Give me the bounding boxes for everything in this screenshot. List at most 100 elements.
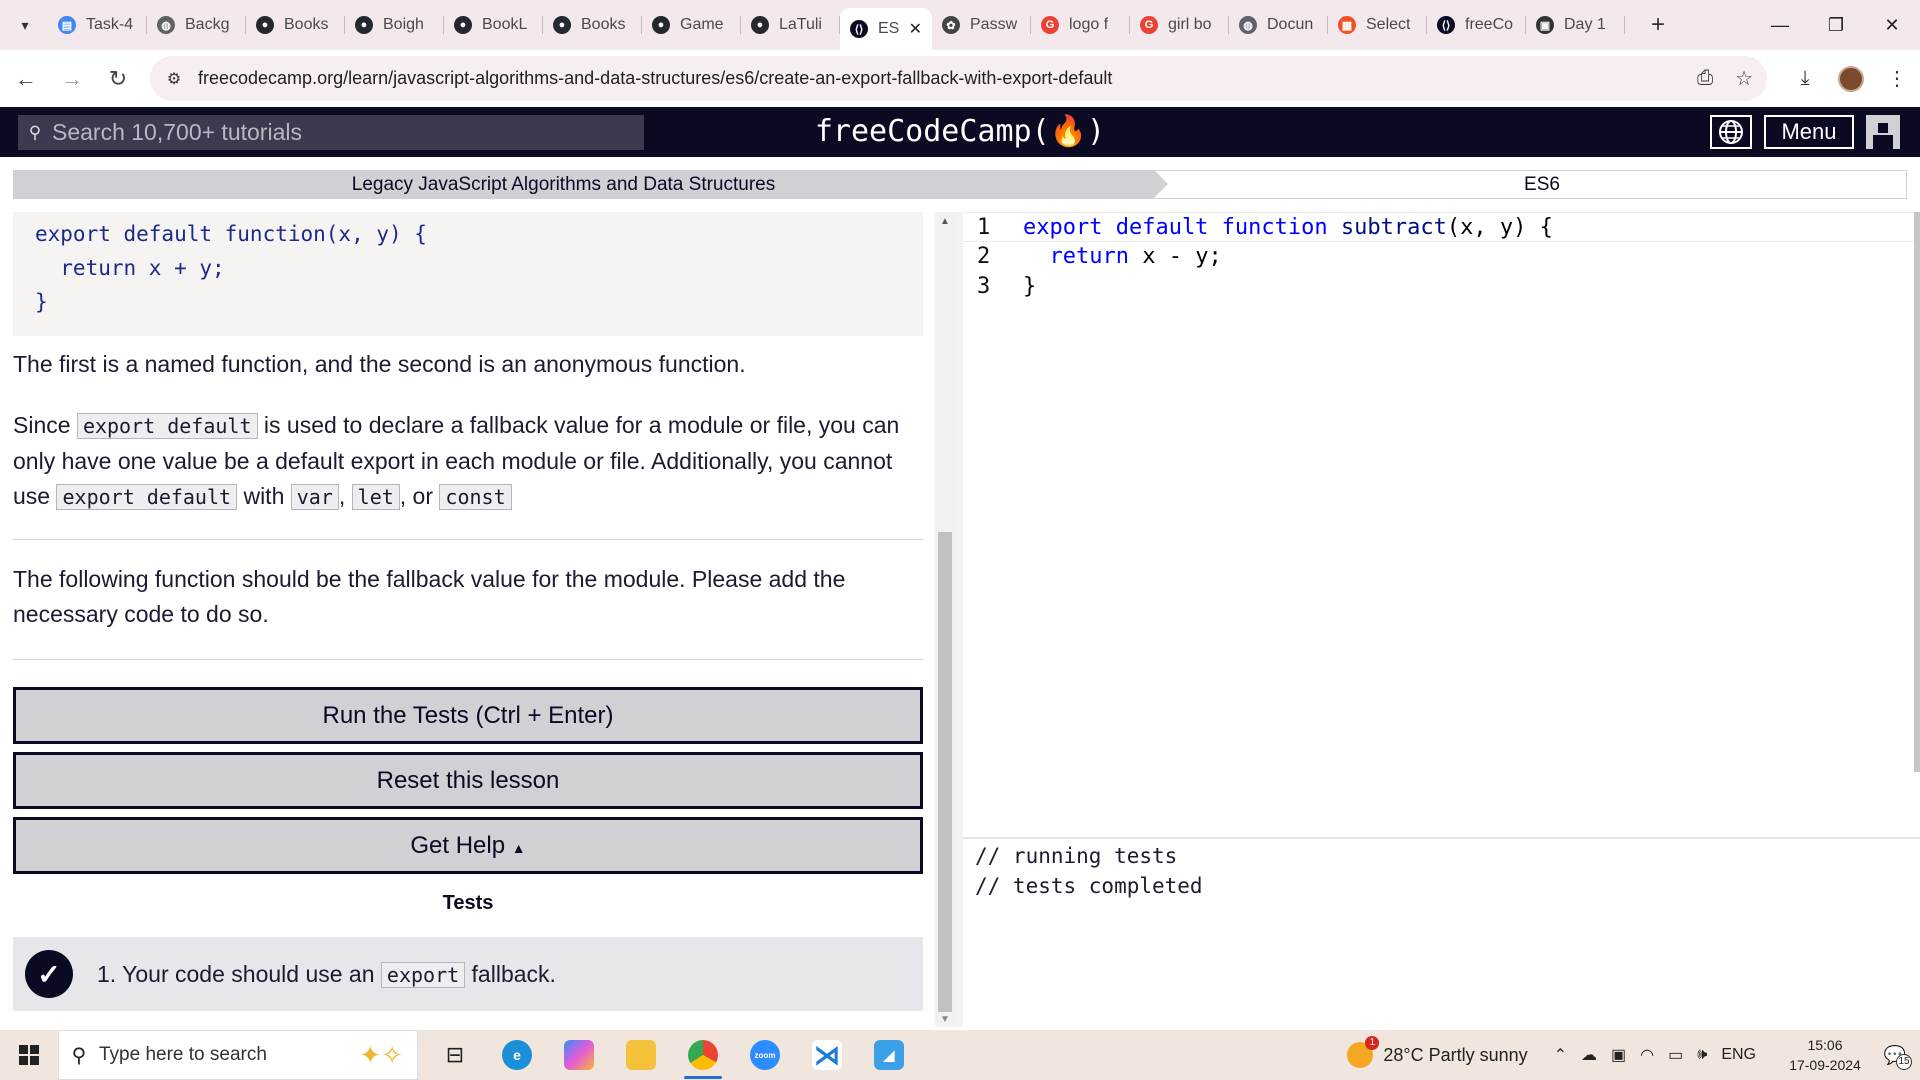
editor-line[interactable]: 2 return x - y; <box>963 242 1920 272</box>
instructions-scrollbar[interactable]: ▲ ▼ <box>935 212 955 1027</box>
browser-tab[interactable]: ● Game <box>642 6 741 44</box>
editor-line[interactable]: 3 } <box>963 272 1920 302</box>
reset-lesson-button[interactable]: Reset this lesson <box>13 752 923 809</box>
edge-app[interactable]: e <box>486 1030 548 1080</box>
close-tab-icon[interactable]: ✕ <box>909 19 922 39</box>
language-indicator[interactable]: ENG <box>1721 1046 1756 1064</box>
vscode-app[interactable]: ⋊ <box>796 1030 858 1080</box>
instruction-paragraph: The following function should be the fal… <box>13 566 846 627</box>
chrome-app[interactable] <box>672 1030 734 1080</box>
browser-tab[interactable]: ▣ Day 1 <box>1526 6 1625 44</box>
browser-tab[interactable]: Glogo f <box>1031 6 1130 44</box>
tab-label: Task-4 <box>86 16 134 33</box>
browser-tab[interactable]: ▦ Select <box>1328 6 1427 44</box>
meet-now-icon[interactable]: ▣ <box>1611 1045 1626 1065</box>
breadcrumb-superblock[interactable]: Legacy JavaScript Algorithms and Data St… <box>13 170 1168 199</box>
browser-tab[interactable]: ● BookL <box>444 6 543 44</box>
start-button[interactable] <box>0 1030 58 1080</box>
system-tray: 28°C Partly sunny ⌃ ☁ ▣ ◠ ▭ 🕪 ENG 15:06 … <box>1347 1030 1920 1080</box>
browser-tab[interactable]: ⟨⟩ freeCo <box>1427 6 1526 44</box>
browser-tab[interactable]: ● LaTuli <box>741 6 840 44</box>
file-explorer-app[interactable] <box>610 1030 672 1080</box>
tab-search-button[interactable]: ▾ <box>8 8 42 42</box>
weather-icon[interactable] <box>1347 1036 1380 1068</box>
taskbar-search[interactable]: ⚲ Type here to search ✦✧ <box>58 1030 418 1080</box>
divider <box>13 659 923 660</box>
pinned-apps: ⊟ e zoom ⋊ ◢ <box>424 1030 920 1080</box>
github-icon: ● <box>355 16 373 34</box>
globe-icon: ◍ <box>1239 16 1257 34</box>
get-help-button[interactable]: Get Help ▲ <box>13 817 923 874</box>
profile-avatar[interactable] <box>1838 65 1864 92</box>
photos-app[interactable]: ◢ <box>858 1030 920 1080</box>
browser-tab[interactable]: ◍ Backg <box>147 6 246 44</box>
taskbar-search-placeholder: Type here to search <box>99 1044 267 1065</box>
browser-tab[interactable]: ◍ Docun <box>1229 6 1328 44</box>
url-text[interactable]: freecodecamp.org/learn/javascript-algori… <box>198 68 1112 89</box>
bookmark-star-icon[interactable]: ☆ <box>1735 66 1753 91</box>
site-info-icon[interactable]: ⚙ <box>154 69 194 89</box>
reload-button[interactable]: ↻ <box>98 59 138 99</box>
zoom-app[interactable]: zoom <box>734 1030 796 1080</box>
windows-logo-icon <box>19 1045 39 1065</box>
copilot-app[interactable] <box>548 1030 610 1080</box>
github-icon: ● <box>652 16 670 34</box>
language-button[interactable] <box>1710 115 1752 149</box>
github-icon: ● <box>553 16 571 34</box>
onedrive-icon[interactable]: ☁ <box>1581 1045 1597 1065</box>
fcc-logo-text: freeCodeCamp( <box>814 114 1050 149</box>
new-tab-button[interactable]: + <box>1643 11 1673 39</box>
browser-tab[interactable]: ● Boigh <box>345 6 444 44</box>
punctuation-token: x - y; <box>1128 244 1222 269</box>
browser-tab[interactable]: ⟨⟩ ES ✕ <box>840 8 932 50</box>
battery-icon[interactable]: ▭ <box>1668 1045 1683 1065</box>
weather-text[interactable]: 28°C Partly sunny <box>1383 1045 1527 1066</box>
test-result-row: ✓ 1. Your code should use an export fall… <box>13 937 923 1011</box>
console-line: // tests completed <box>975 874 1203 898</box>
close-window-button[interactable]: ✕ <box>1864 0 1920 50</box>
tab-label: Docun <box>1267 16 1314 33</box>
line-code[interactable]: } <box>1023 272 1036 302</box>
user-avatar-button[interactable] <box>1866 115 1900 149</box>
editor-scrollbar[interactable] <box>1914 212 1920 772</box>
volume-icon[interactable]: 🕪 <box>1697 1046 1707 1064</box>
line-code[interactable]: return x - y; <box>1023 242 1222 272</box>
notification-button[interactable]: 💬 15 <box>1870 1030 1920 1080</box>
browser-tab[interactable]: ✿ Passw <box>932 6 1031 44</box>
clock[interactable]: 15:06 17-09-2024 <box>1780 1035 1870 1075</box>
wifi-icon[interactable]: ◠ <box>1640 1045 1654 1065</box>
search-icon: ⚲ <box>71 1044 87 1067</box>
code-editor[interactable]: 1 export default function subtract(x, y)… <box>963 212 1920 839</box>
line-code[interactable]: export default function subtract(x, y) { <box>1023 213 1553 243</box>
scrollbar-thumb[interactable] <box>938 532 952 1012</box>
browser-tab[interactable]: ● Books <box>543 6 642 44</box>
run-tests-button[interactable]: Run the Tests (Ctrl + Enter) <box>13 687 923 744</box>
keyword-token: export default function <box>1023 215 1328 240</box>
address-bar[interactable]: ⚙ freecodecamp.org/learn/javascript-algo… <box>150 56 1767 101</box>
browser-menu-icon[interactable]: ⋮ <box>1884 66 1910 91</box>
forward-button[interactable]: → <box>52 59 92 99</box>
back-button[interactable]: ← <box>6 59 46 99</box>
browser-tab[interactable]: ● Books <box>246 6 345 44</box>
minimize-button[interactable]: — <box>1752 0 1808 50</box>
inline-code: var <box>290 484 339 510</box>
fcc-search-input[interactable] <box>52 119 612 146</box>
browser-tab[interactable]: Ggirl bo <box>1130 6 1229 44</box>
restore-button[interactable]: ❐ <box>1808 0 1864 50</box>
download-icon[interactable]: ⤓ <box>1792 67 1818 90</box>
editor-line[interactable]: 1 export default function subtract(x, y)… <box>963 212 1920 242</box>
line-number: 2 <box>977 244 991 269</box>
chrome-icon <box>688 1040 718 1070</box>
breadcrumb-block[interactable]: ES6 <box>1154 170 1907 199</box>
scroll-down-icon[interactable]: ▼ <box>940 1014 950 1025</box>
menu-button[interactable]: Menu <box>1764 115 1854 149</box>
task-view-button[interactable]: ⊟ <box>424 1030 486 1080</box>
chevron-up-icon[interactable]: ⌃ <box>1554 1045 1567 1065</box>
copilot-sparkle-icon: ✦✧ <box>359 1039 403 1070</box>
pane-splitter[interactable] <box>955 212 963 1027</box>
install-app-icon[interactable]: ⎙ <box>1697 67 1713 90</box>
browser-tab[interactable]: ▤ Task-4 <box>48 6 147 44</box>
window-controls: — ❐ ✕ <box>1752 0 1920 50</box>
flame-icon: 🔥 <box>1049 114 1088 149</box>
scroll-up-icon[interactable]: ▲ <box>940 216 950 227</box>
